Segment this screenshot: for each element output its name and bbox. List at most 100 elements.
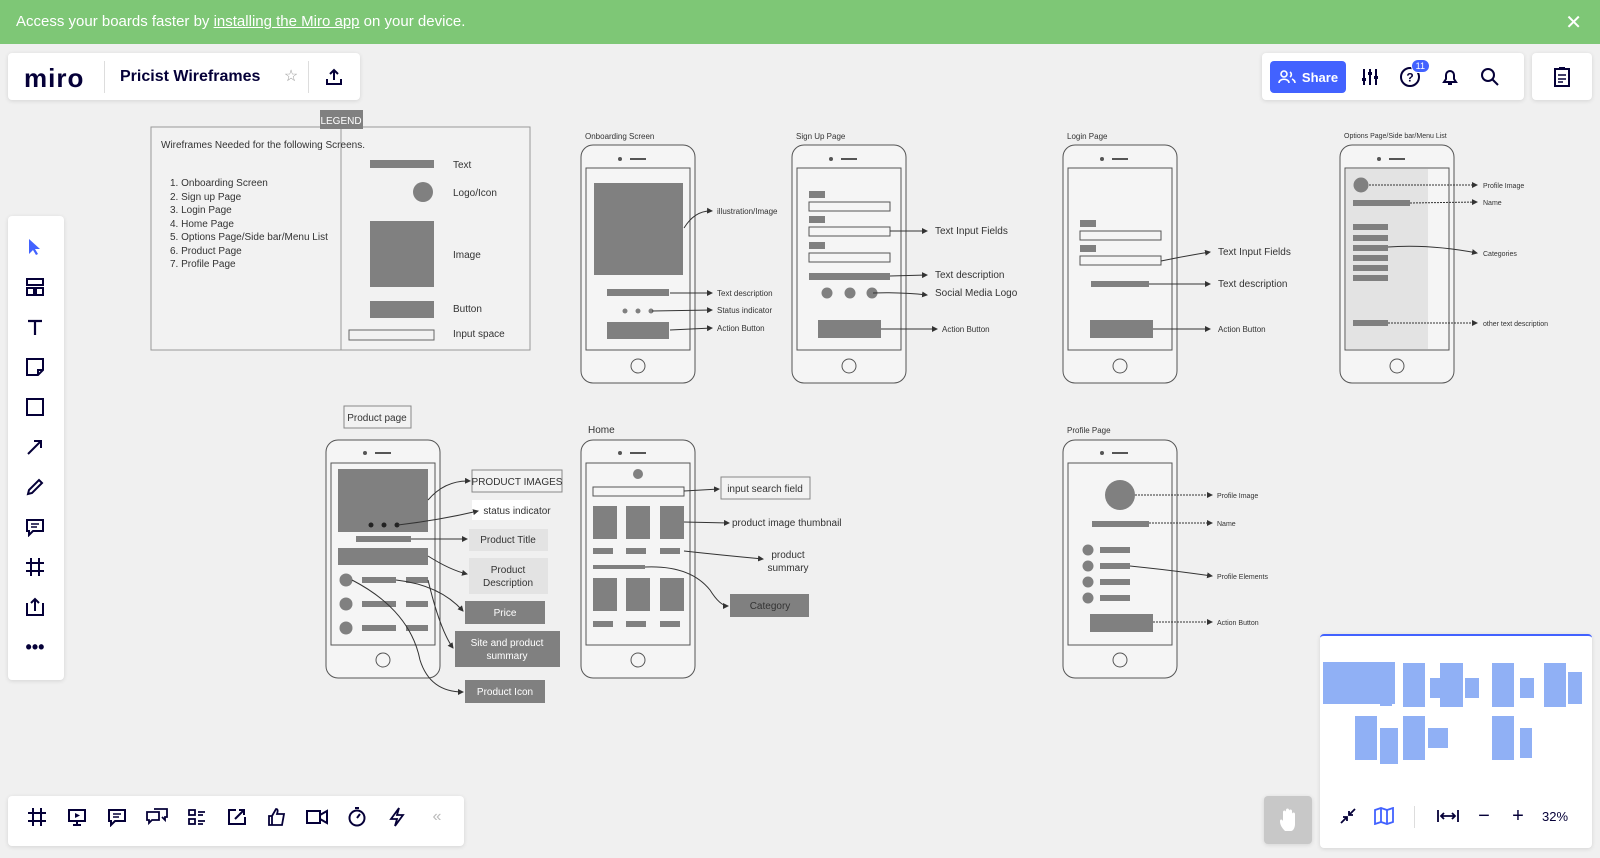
legend-list-item: 2. Sign up Page bbox=[170, 192, 242, 203]
share-button[interactable]: Share bbox=[1270, 61, 1346, 93]
share-label: Share bbox=[1301, 69, 1339, 85]
fit-width-icon[interactable] bbox=[1436, 804, 1460, 828]
export-icon[interactable] bbox=[320, 63, 348, 91]
annotation-label: Site and product bbox=[471, 638, 544, 649]
legend-frame: LEGEND Wireframes Needed for the followi… bbox=[150, 110, 531, 351]
upload-icon[interactable] bbox=[20, 592, 50, 622]
product-wireframe: Product page PRODUCT IMAGES status indic… bbox=[325, 405, 563, 703]
annotation-label: Description bbox=[483, 578, 533, 589]
lightning-icon[interactable] bbox=[384, 804, 410, 830]
screen-title: Sign Up Page bbox=[796, 132, 846, 141]
help-badge: 11 bbox=[1410, 59, 1430, 73]
login-wireframe: Login Page Text Input Fields Text descri… bbox=[1062, 132, 1291, 384]
chat-icon[interactable] bbox=[144, 804, 170, 830]
onboarding-wireframe: Onboarding Screen illustration/Image Tex… bbox=[580, 132, 778, 384]
share-screen-icon[interactable] bbox=[224, 804, 250, 830]
screen-title: Options Page/Side bar/Menu List bbox=[1344, 133, 1447, 140]
presentation-icon[interactable] bbox=[64, 804, 90, 830]
annotation-label: illustration/Image bbox=[717, 207, 778, 216]
more-icon[interactable]: ••• bbox=[20, 632, 50, 662]
annotation-label: Category bbox=[750, 601, 791, 612]
legend-list-item: 1. Onboarding Screen bbox=[170, 178, 268, 189]
screen-title: Onboarding Screen bbox=[585, 132, 654, 141]
app-install-banner: Access your boards faster by installing … bbox=[0, 0, 1600, 44]
collapse-toolbar-icon[interactable]: « bbox=[424, 804, 450, 830]
star-icon[interactable]: ☆ bbox=[280, 65, 302, 87]
annotation-label: input search field bbox=[727, 484, 803, 495]
timer-icon[interactable] bbox=[344, 804, 370, 830]
cards-icon[interactable] bbox=[184, 804, 210, 830]
annotation-label: Text description bbox=[717, 289, 773, 298]
home-wireframe: Home input search field product image th… bbox=[580, 425, 842, 679]
annotation-label: Text description bbox=[935, 270, 1004, 281]
hand-tool-button[interactable] bbox=[1264, 796, 1312, 844]
minimap-preview[interactable] bbox=[1320, 636, 1592, 786]
shape-square-icon[interactable] bbox=[20, 392, 50, 422]
hand-icon bbox=[1276, 806, 1300, 834]
thumbs-up-icon[interactable] bbox=[264, 804, 290, 830]
options-wireframe: Options Page/Side bar/Menu List Profile … bbox=[1339, 133, 1548, 384]
board-header-panel: miro Pricist Wireframes ☆ bbox=[8, 53, 360, 100]
annotation-label: PRODUCT IMAGES bbox=[472, 477, 563, 488]
install-app-link[interactable]: installing the Miro app bbox=[214, 13, 360, 30]
settings-sliders-icon[interactable] bbox=[1358, 65, 1382, 89]
sticky-note-icon[interactable] bbox=[20, 352, 50, 382]
zoom-level[interactable]: 32% bbox=[1542, 809, 1568, 824]
annotation-label: Price bbox=[494, 608, 517, 619]
annotation-label: summary bbox=[486, 651, 527, 662]
annotation-label: Product bbox=[491, 565, 526, 576]
frame-icon[interactable] bbox=[20, 552, 50, 582]
screen-title: Product page bbox=[347, 413, 407, 424]
video-icon[interactable] bbox=[304, 804, 330, 830]
cursor-icon[interactable] bbox=[20, 232, 50, 262]
annotation-label: Text Input Fields bbox=[935, 226, 1008, 237]
zoom-in-icon[interactable]: + bbox=[1506, 804, 1530, 828]
screen-title: Login Page bbox=[1067, 132, 1108, 141]
annotation-label: Profile Image bbox=[1483, 183, 1524, 190]
annotation-label: product image thumbnail bbox=[732, 518, 842, 529]
banner-text: Access your boards faster by installing … bbox=[16, 13, 466, 30]
legend-key: Input space bbox=[453, 329, 505, 340]
legend-list-item: 3. Login Page bbox=[170, 205, 232, 216]
annotation-label: Action Button bbox=[1218, 325, 1266, 334]
legend-list-item: 4. Home Page bbox=[170, 219, 234, 230]
miro-logo[interactable]: miro bbox=[24, 63, 84, 94]
notes-panel bbox=[1532, 53, 1592, 100]
legend-intro: Wireframes Needed for the following Scre… bbox=[161, 140, 365, 151]
bell-icon[interactable] bbox=[1438, 65, 1462, 89]
comment-icon[interactable] bbox=[20, 512, 50, 542]
pen-icon[interactable] bbox=[20, 472, 50, 502]
help-icon[interactable]: ? 11 bbox=[1398, 59, 1430, 89]
signup-wireframe: Sign Up Page Text Input Fields Text desc… bbox=[791, 132, 1018, 384]
svg-text:?: ? bbox=[1406, 71, 1413, 85]
frames-icon[interactable] bbox=[24, 804, 50, 830]
collaboration-panel: Share ? 11 bbox=[1262, 53, 1524, 100]
screen-title: Home bbox=[588, 425, 615, 436]
notes-list-icon[interactable] bbox=[1550, 65, 1574, 89]
annotation-label: Name bbox=[1483, 200, 1502, 207]
arrow-line-icon[interactable] bbox=[20, 432, 50, 462]
board-title[interactable]: Pricist Wireframes bbox=[120, 68, 260, 86]
legend-key: Text bbox=[453, 160, 472, 171]
annotation-label: Profile Elements bbox=[1217, 574, 1268, 581]
close-icon[interactable]: ✕ bbox=[1565, 10, 1582, 35]
comments-icon[interactable] bbox=[104, 804, 130, 830]
text-icon[interactable] bbox=[20, 312, 50, 342]
profile-wireframe: Profile Page Profile Image Name Profile … bbox=[1062, 426, 1268, 679]
legend-key: Image bbox=[453, 250, 481, 261]
annotation-label: product bbox=[771, 550, 805, 561]
left-toolbar: ••• bbox=[8, 216, 64, 680]
annotation-label: Action Button bbox=[942, 325, 990, 334]
annotation-label: summary bbox=[767, 563, 808, 574]
zoom-out-icon[interactable]: − bbox=[1472, 804, 1496, 828]
collapse-arrows-icon[interactable] bbox=[1336, 804, 1360, 828]
annotation-label: Action Button bbox=[717, 324, 765, 333]
templates-icon[interactable] bbox=[20, 272, 50, 302]
map-icon[interactable] bbox=[1372, 804, 1396, 828]
search-icon[interactable] bbox=[1478, 65, 1502, 89]
annotation-label: status indicator bbox=[483, 506, 551, 517]
legend-list-item: 5. Options Page/Side bar/Menu List bbox=[170, 232, 328, 243]
screen-title: Profile Page bbox=[1067, 426, 1111, 435]
legend-key: Button bbox=[453, 304, 482, 315]
annotation-label: Name bbox=[1217, 521, 1236, 528]
